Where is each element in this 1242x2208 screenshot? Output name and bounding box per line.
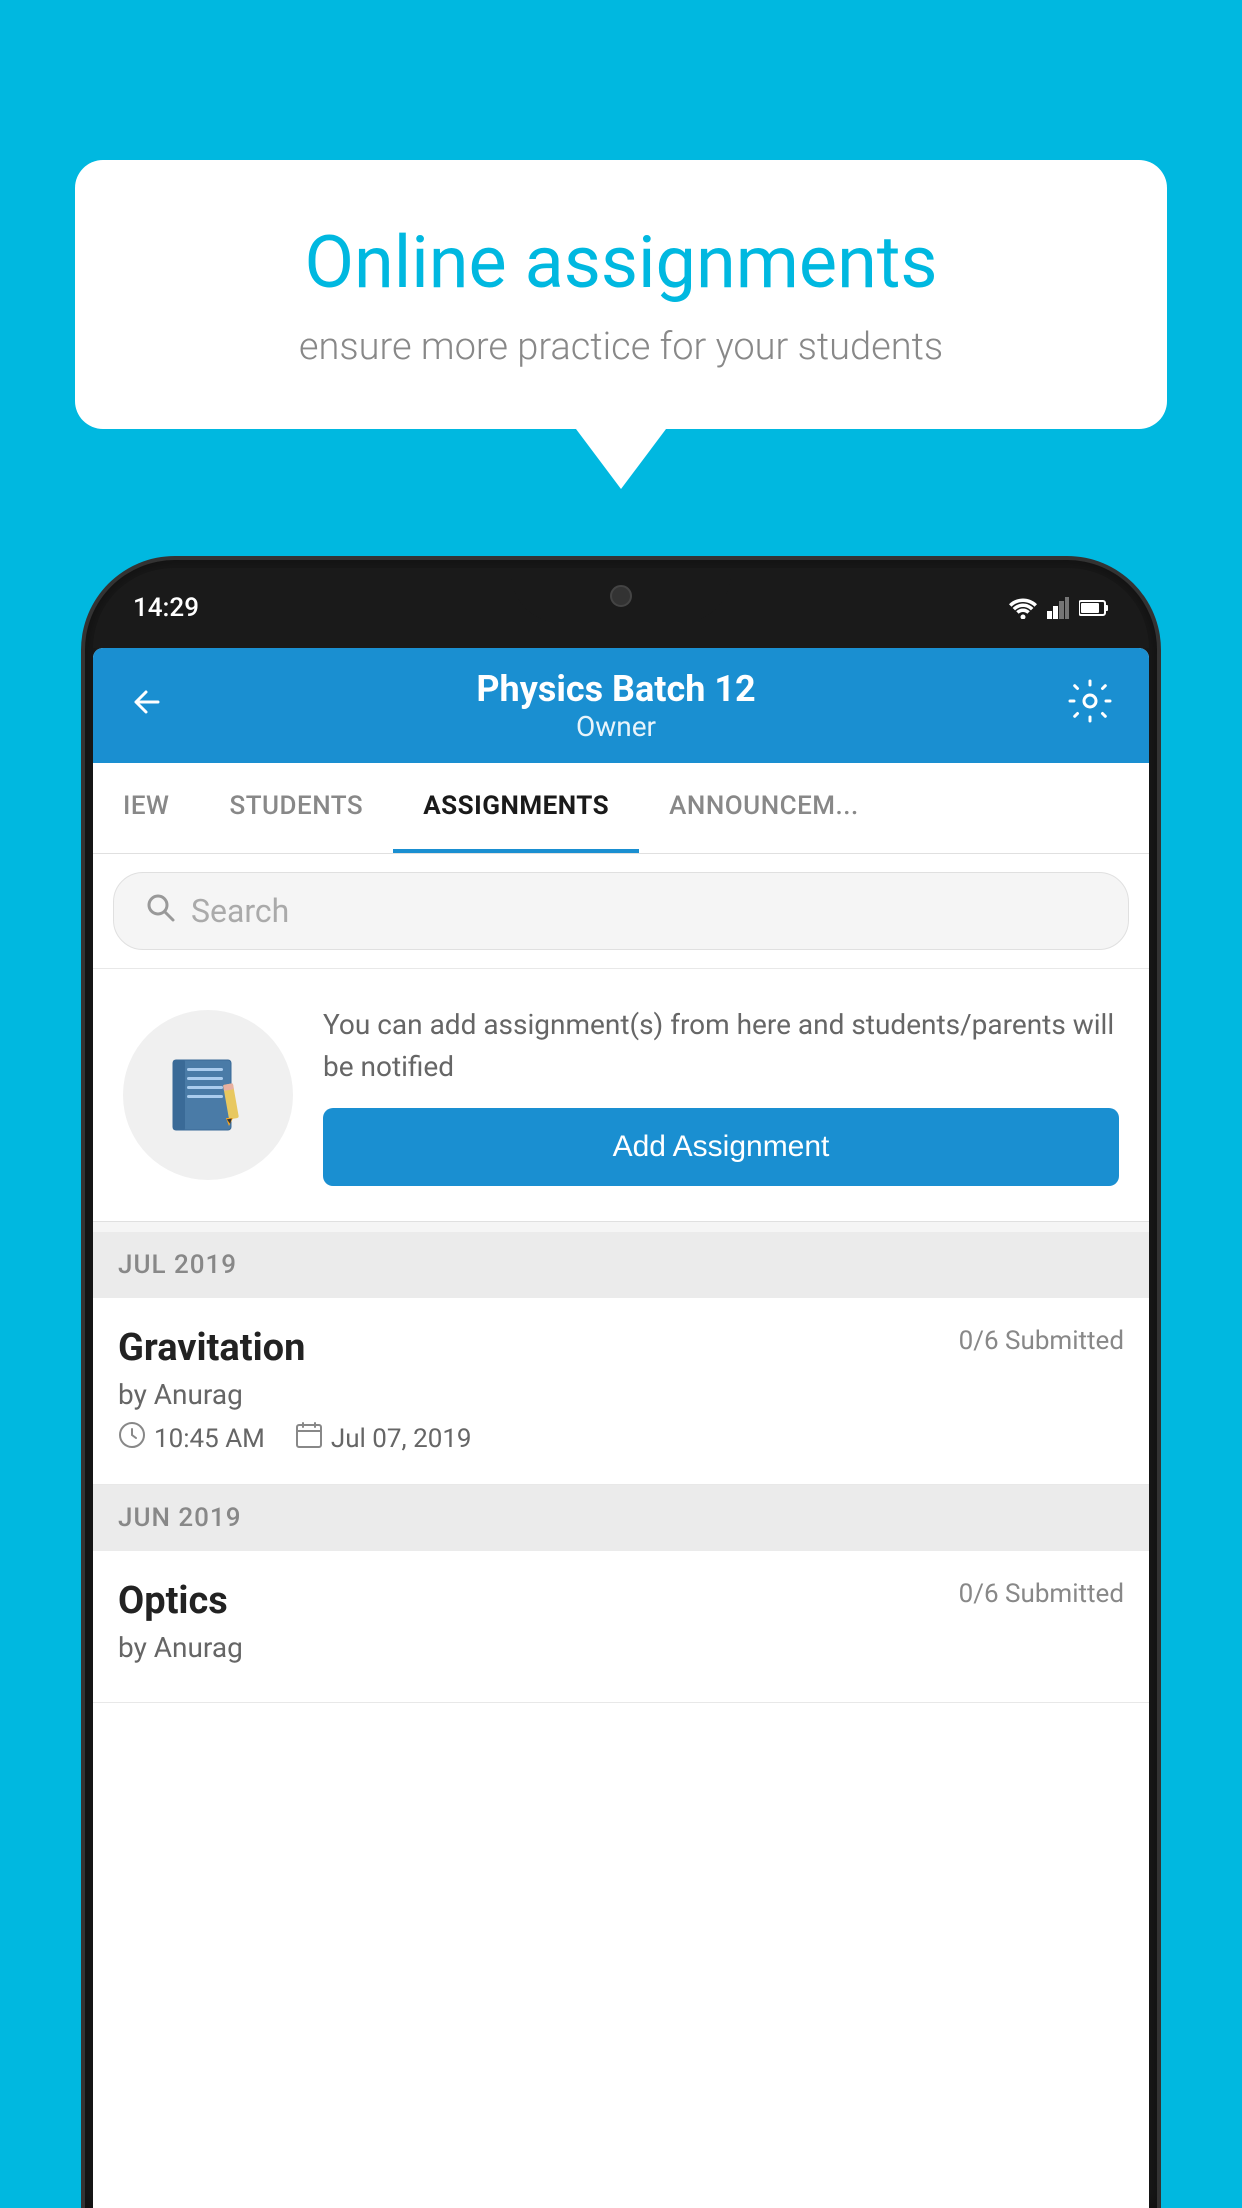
battery-icon [1079,599,1109,617]
promo-description: You can add assignment(s) from here and … [323,1004,1119,1088]
search-icon [144,891,176,931]
status-icons [1009,597,1109,619]
notebook-icon [163,1050,253,1140]
tab-students[interactable]: STUDENTS [199,763,393,853]
gear-icon [1066,677,1114,725]
app-header: Physics Batch 12 Owner [93,648,1149,763]
assignment-by: by Anurag [118,1378,1124,1411]
tab-announcements[interactable]: ANNOUNCEM... [639,763,889,853]
clock-icon [118,1421,146,1456]
wifi-icon [1009,597,1037,619]
promo-content: You can add assignment(s) from here and … [323,1004,1119,1186]
phone-screen: Physics Batch 12 Owner IEW STUDENTS ASSI… [93,648,1149,2208]
header-title-group: Physics Batch 12 Owner [166,668,1066,743]
assignment-name: Gravitation [118,1326,305,1370]
phone-notch [511,568,731,623]
speech-bubble-arrow [576,429,666,489]
batch-title: Physics Batch 12 [166,668,1066,710]
assignment-item-optics[interactable]: Optics 0/6 Submitted by Anurag [93,1551,1149,1703]
assignment-time: 10:45 AM [118,1421,265,1456]
optics-by: by Anurag [118,1631,1124,1664]
phone-frame: 14:29 [85,560,1157,2208]
add-assignment-button[interactable]: Add Assignment [323,1108,1119,1186]
tabs-container: IEW STUDENTS ASSIGNMENTS ANNOUNCEM... [93,763,1149,854]
assignment-item-gravitation[interactable]: Gravitation 0/6 Submitted by Anurag [93,1298,1149,1485]
status-time: 14:29 [133,593,199,623]
assignment-row-top-optics: Optics 0/6 Submitted [118,1579,1124,1623]
speech-bubble: Online assignments ensure more practice … [75,160,1167,429]
assignment-row-top: Gravitation 0/6 Submitted [118,1326,1124,1370]
phone-notch-area: 14:29 [93,568,1149,648]
search-bar[interactable]: Search [113,872,1129,950]
tab-assignments[interactable]: ASSIGNMENTS [393,763,639,853]
settings-button[interactable] [1066,677,1114,734]
promo-icon-circle [123,1010,293,1180]
promo-section: You can add assignment(s) from here and … [93,969,1149,1222]
optics-name: Optics [118,1579,228,1623]
optics-submitted: 0/6 Submitted [959,1579,1124,1609]
speech-bubble-title: Online assignments [145,220,1097,305]
batch-subtitle: Owner [166,710,1066,743]
content-area: Search [93,854,1149,1703]
section-header-jun: JUN 2019 [93,1485,1149,1551]
speech-bubble-container: Online assignments ensure more practice … [75,160,1167,489]
camera-icon [610,585,632,607]
speech-bubble-subtitle: ensure more practice for your students [145,325,1097,369]
tab-view[interactable]: IEW [93,763,199,853]
assignment-date: Jul 07, 2019 [295,1421,472,1456]
assignment-submitted: 0/6 Submitted [959,1326,1124,1356]
calendar-icon [295,1421,323,1456]
back-button[interactable] [128,683,166,728]
signal-icon [1047,597,1069,619]
search-bar-container: Search [93,854,1149,969]
search-placeholder: Search [191,892,289,930]
section-header-jul: JUL 2019 [93,1232,1149,1298]
assignment-meta: 10:45 AM Jul 07, 2019 [118,1421,1124,1456]
